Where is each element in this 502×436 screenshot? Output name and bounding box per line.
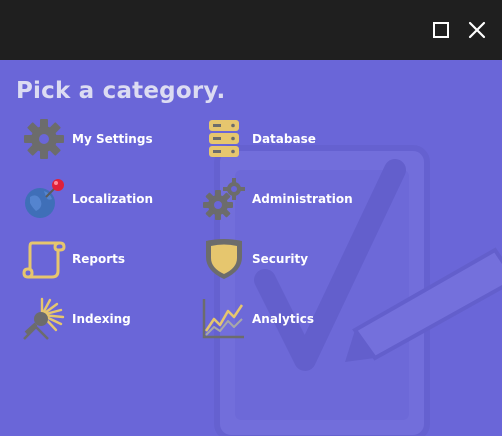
page-title: Pick a category. [16,78,226,104]
database-icon [202,117,246,161]
category-database[interactable]: Database [202,117,372,161]
close-button[interactable] [462,15,492,45]
category-indexing[interactable]: Indexing [22,297,192,341]
scroll-icon [22,237,66,281]
category-label: Security [252,252,309,266]
maximize-button[interactable] [426,15,456,45]
category-label: My Settings [72,132,153,146]
category-reports[interactable]: Reports [22,237,192,281]
category-window: Pick a category. My Settings Database Lo… [0,0,502,436]
gears-icon [202,177,246,221]
shield-icon [202,237,246,281]
clipboard-watermark-icon [214,145,502,436]
category-localization[interactable]: Localization [22,177,192,221]
chart-icon [202,297,246,341]
globe-pin-icon [22,177,66,221]
category-administration[interactable]: Administration [202,177,372,221]
category-security[interactable]: Security [202,237,372,281]
category-label: Localization [72,192,154,206]
category-label: Analytics [252,312,314,326]
category-label: Reports [72,252,126,266]
gear-icon [22,117,66,161]
category-label: Database [252,132,316,146]
maximize-icon [433,22,449,38]
close-icon [468,21,486,39]
category-label: Administration [252,192,353,206]
telescope-icon [22,297,66,341]
title-bar [0,0,502,60]
category-my-settings[interactable]: My Settings [22,117,192,161]
category-analytics[interactable]: Analytics [202,297,372,341]
category-label: Indexing [72,312,131,326]
